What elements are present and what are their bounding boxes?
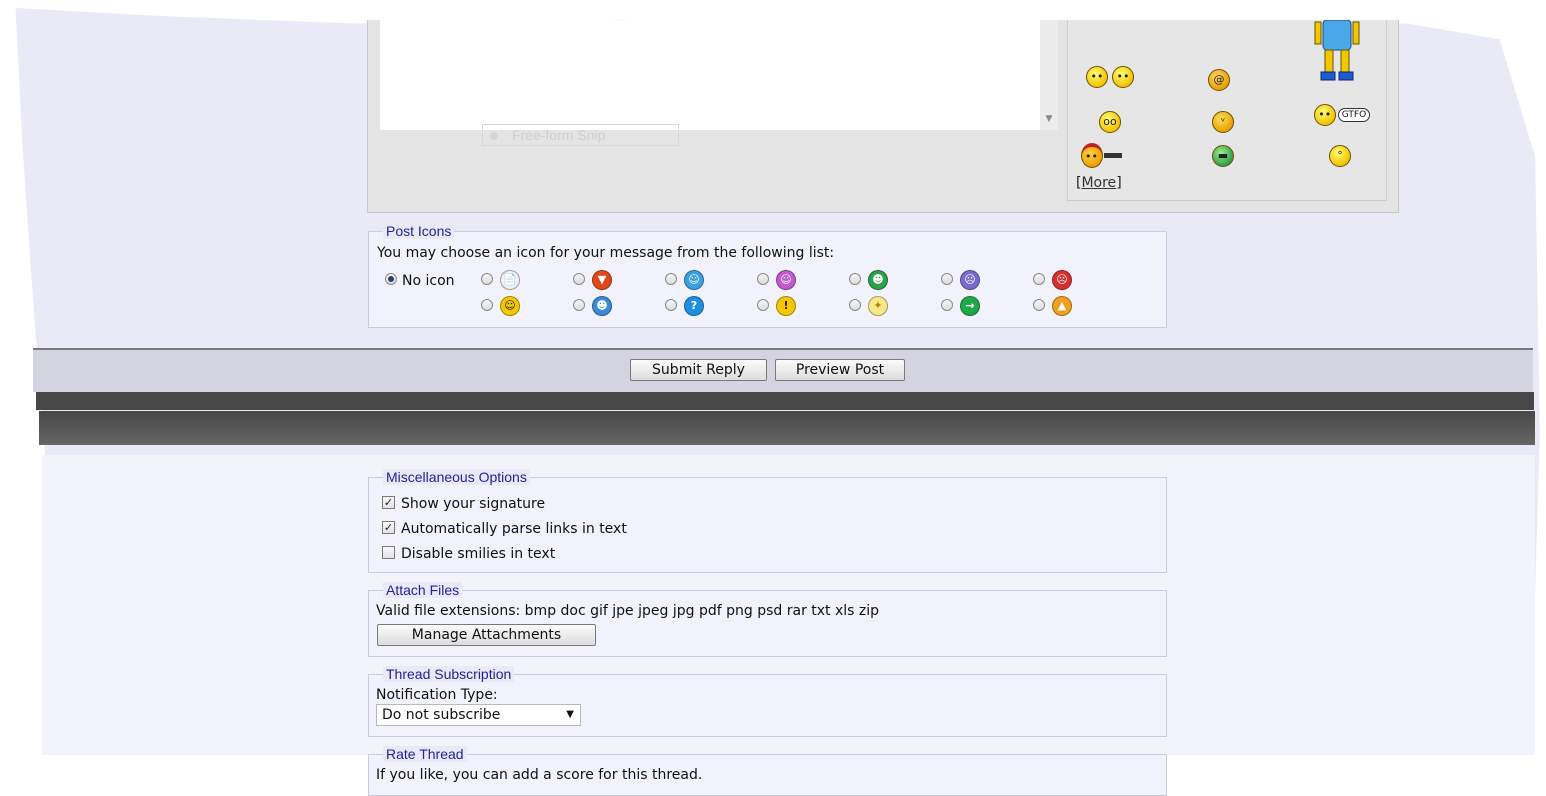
- rate-thread-legend: Rate Thread: [383, 746, 467, 762]
- post-icon-question-icon[interactable]: ?: [684, 296, 704, 316]
- post-icon-frown-icon[interactable]: ☹: [960, 270, 980, 290]
- pirate-gun-icon[interactable]: ••: [1076, 142, 1126, 168]
- notification-type-select[interactable]: Do not subscribe ▼: [376, 704, 581, 726]
- smilies-box: •• •• @ oo ᵛ •• GTFO •• ▬ °: [1067, 20, 1387, 201]
- rate-thread-text: If you like, you can add a score for thi…: [376, 767, 703, 783]
- post-icon-wink-icon[interactable]: ☺: [684, 270, 704, 290]
- post-icon-cool-radio[interactable]: [573, 299, 585, 311]
- misc-options-legend: Miscellaneous Options: [383, 469, 530, 485]
- post-icon-wink-radio[interactable]: [665, 273, 677, 285]
- disable-smilies-label: Disable smilies in text: [401, 546, 556, 562]
- post-icon-exclamation-radio[interactable]: [757, 299, 769, 311]
- post-icon-smile-icon[interactable]: ☺: [500, 296, 520, 316]
- tall-character-icon[interactable]: [1313, 20, 1361, 84]
- notification-type-label: Notification Type:: [376, 687, 498, 703]
- post-icon-exclamation-icon[interactable]: !: [776, 296, 796, 316]
- gtfo-icon[interactable]: •• GTFO: [1311, 100, 1373, 130]
- post-icon-question-radio[interactable]: [665, 299, 677, 311]
- post-icon-thumbs-down-radio[interactable]: [573, 273, 585, 285]
- post-icon-thumbs-up-icon[interactable]: ▲: [1052, 296, 1072, 316]
- submit-reply-button[interactable]: Submit Reply: [630, 359, 767, 381]
- post-icon-big-grin-radio[interactable]: [849, 273, 861, 285]
- devil-icon[interactable]: ᵛ: [1211, 110, 1235, 134]
- post-icon-big-grin-icon[interactable]: ☻: [868, 270, 888, 290]
- post-icon-arrow-icon[interactable]: →: [960, 296, 980, 316]
- post-icons-prompt: You may choose an icon for your message …: [377, 245, 835, 261]
- post-icon-smile-radio[interactable]: [481, 299, 493, 311]
- dizzy-icon[interactable]: @: [1206, 68, 1232, 92]
- post-icon-tongue-icon[interactable]: ☺: [776, 270, 796, 290]
- message-textarea[interactable]: [380, 20, 1040, 130]
- thread-subscription-legend: Thread Subscription: [383, 666, 515, 682]
- valid-extensions-text: Valid file extensions: bmp doc gif jpe j…: [376, 603, 880, 619]
- post-icon-tongue-radio[interactable]: [757, 273, 769, 285]
- disable-smilies-checkbox[interactable]: [382, 546, 395, 559]
- post-icon-lightbulb-radio[interactable]: [849, 299, 861, 311]
- rate-thread-fieldset: Rate Thread If you like, you can add a s…: [368, 746, 1167, 796]
- show-signature-checkbox[interactable]: ✓: [382, 496, 395, 509]
- attach-files-fieldset: Attach Files Valid file extensions: bmp …: [368, 582, 1167, 657]
- post-icon-arrow-radio[interactable]: [941, 299, 953, 311]
- chevron-down-icon: ▼: [566, 709, 574, 720]
- more-smilies-link[interactable]: [More]: [1076, 175, 1122, 191]
- parse-links-checkbox[interactable]: ✓: [382, 521, 395, 534]
- shocked-icon[interactable]: °: [1328, 144, 1352, 168]
- snip-ghost-overlay: Free-form Snip: [482, 124, 679, 146]
- manage-attachments-button[interactable]: Manage Attachments: [377, 624, 596, 646]
- post-icon-lightbulb-icon[interactable]: ✦: [868, 296, 888, 316]
- post-icon-document-icon[interactable]: 📄: [500, 270, 520, 290]
- post-icon-frown-radio[interactable]: [941, 273, 953, 285]
- post-icons-fieldset: Post Icons You may choose an icon for yo…: [368, 223, 1167, 328]
- parse-links-label: Automatically parse links in text: [401, 521, 627, 537]
- scroll-down-arrow-icon[interactable]: ▼: [1043, 113, 1055, 125]
- post-icon-thumbs-down-icon[interactable]: ▼: [592, 270, 612, 290]
- grin-icon[interactable]: ▬: [1211, 144, 1235, 168]
- eek-icon[interactable]: oo: [1098, 110, 1122, 134]
- section-header-bar: [39, 411, 1535, 445]
- post-icons-legend: Post Icons: [383, 223, 455, 239]
- post-icon-document-radio[interactable]: [481, 273, 493, 285]
- preview-post-button[interactable]: Preview Post: [775, 359, 905, 381]
- tweedledum-icon[interactable]: •• ••: [1080, 62, 1140, 92]
- submit-button-bar: Submit Reply Preview Post: [33, 350, 1533, 392]
- post-icon-mad-radio[interactable]: [1033, 273, 1045, 285]
- post-icon-thumbs-up-radio[interactable]: [1033, 299, 1045, 311]
- post-icon-cool-icon[interactable]: ☻: [592, 296, 612, 316]
- no-icon-radio[interactable]: [385, 273, 397, 285]
- no-icon-label: No icon: [402, 273, 455, 289]
- show-signature-label: Show your signature: [401, 496, 546, 512]
- attach-files-legend: Attach Files: [383, 582, 463, 598]
- misc-options-fieldset: Miscellaneous Options ✓ Show your signat…: [368, 469, 1167, 573]
- post-icon-mad-icon[interactable]: ☹: [1052, 270, 1072, 290]
- radio-dot-icon: [490, 132, 498, 140]
- thead-bar: [36, 392, 1534, 410]
